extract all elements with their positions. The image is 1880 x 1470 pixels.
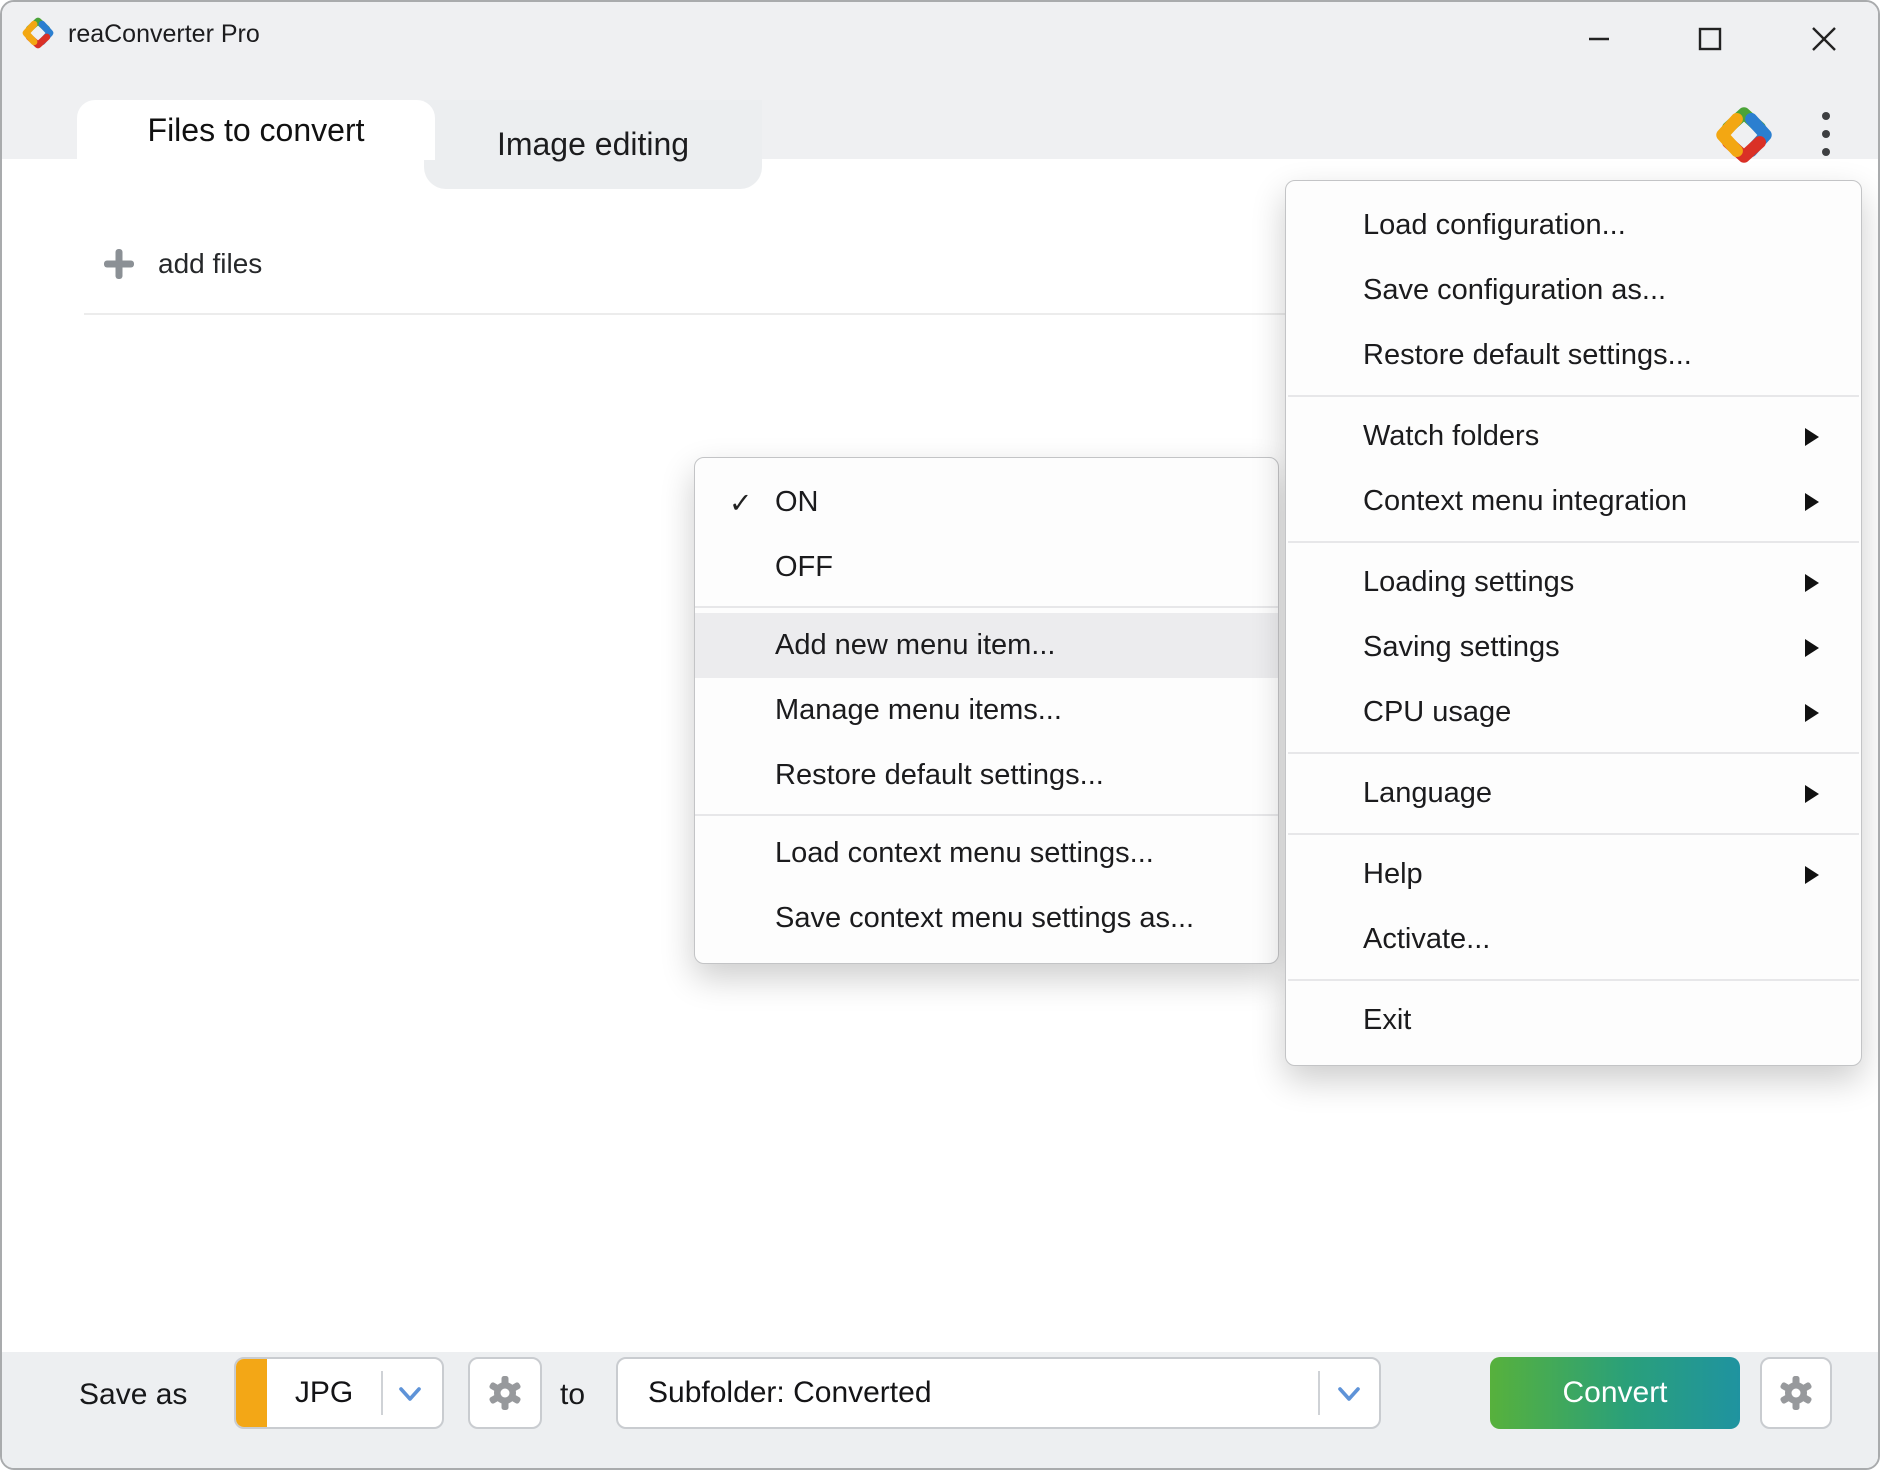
submenu-arrow-icon	[1805, 428, 1819, 446]
bottom-action-bar: Save as JPG to Subfolder: Convert	[2, 1352, 1878, 1470]
maximize-button[interactable]	[1681, 10, 1739, 68]
gear-icon	[1776, 1373, 1816, 1413]
menu-item-label: Load context menu settings...	[775, 837, 1154, 870]
destination-select[interactable]: Subfolder: Converted	[616, 1357, 1381, 1429]
tab-image-editing[interactable]: Image editing	[424, 100, 762, 189]
gear-icon	[485, 1373, 525, 1413]
menu-item-label: ON	[775, 486, 819, 519]
save-as-label: Save as	[79, 1378, 187, 1412]
menu-separator	[1288, 541, 1859, 543]
menu-item-watch-folders[interactable]: Watch folders	[1286, 404, 1861, 469]
convert-button-label: Convert	[1562, 1376, 1667, 1410]
menu-item-exit[interactable]: Exit	[1286, 988, 1861, 1053]
kebab-menu-icon	[1818, 104, 1834, 164]
close-icon	[1810, 25, 1838, 53]
menu-item-save-context-menu-settings-as[interactable]: Save context menu settings as...	[695, 886, 1278, 951]
format-accent-bar	[236, 1359, 267, 1427]
plus-icon	[102, 247, 136, 281]
menu-item-label: Restore default settings...	[775, 759, 1104, 792]
app-window: reaConverter Pro Image editing Files to …	[0, 0, 1880, 1470]
submenu-arrow-icon	[1805, 785, 1819, 803]
menu-item-label: Save configuration as...	[1363, 274, 1666, 307]
menu-item-label: Saving settings	[1363, 631, 1560, 664]
minimize-icon	[1586, 26, 1612, 52]
menu-item-restore-default-settings[interactable]: Restore default settings...	[1286, 323, 1861, 388]
menu-item-restore-default-settings-submenu[interactable]: Restore default settings...	[695, 743, 1278, 808]
menu-item-context-menu-integration[interactable]: Context menu integration	[1286, 469, 1861, 534]
context-menu-submenu: ✓ ON OFF Add new menu item... Manage men…	[694, 457, 1279, 964]
format-settings-button[interactable]	[468, 1357, 542, 1429]
menu-separator	[695, 814, 1278, 816]
select-divider	[381, 1371, 383, 1415]
menu-item-label: Manage menu items...	[775, 694, 1062, 727]
check-icon: ✓	[729, 486, 752, 519]
menu-item-help[interactable]: Help	[1286, 842, 1861, 907]
app-logo-icon	[18, 13, 58, 53]
chevron-down-icon	[1335, 1383, 1363, 1405]
menu-separator	[1288, 752, 1859, 754]
menu-item-label: Add new menu item...	[775, 629, 1055, 662]
menu-item-label: Context menu integration	[1363, 485, 1687, 518]
convert-button[interactable]: Convert	[1490, 1357, 1740, 1429]
menu-item-label: Language	[1363, 777, 1492, 810]
main-options-menu: Load configuration... Save configuration…	[1285, 180, 1862, 1066]
add-files-label: add files	[158, 248, 262, 280]
menu-item-label: Help	[1363, 858, 1423, 891]
menu-item-on[interactable]: ✓ ON	[695, 470, 1278, 535]
menu-separator	[1288, 833, 1859, 835]
menu-separator	[1288, 395, 1859, 397]
output-format-value: JPG	[267, 1376, 381, 1410]
menu-item-label: Watch folders	[1363, 420, 1539, 453]
menu-item-saving-settings[interactable]: Saving settings	[1286, 615, 1861, 680]
menu-item-load-context-menu-settings[interactable]: Load context menu settings...	[695, 821, 1278, 886]
menu-item-label: CPU usage	[1363, 696, 1511, 729]
menu-item-label: Loading settings	[1363, 566, 1574, 599]
menu-item-label: OFF	[775, 551, 833, 584]
menu-item-cpu-usage[interactable]: CPU usage	[1286, 680, 1861, 745]
menu-item-manage-menu-items[interactable]: Manage menu items...	[695, 678, 1278, 743]
menu-item-language[interactable]: Language	[1286, 761, 1861, 826]
select-divider	[1318, 1371, 1320, 1415]
app-logo-icon-large	[1708, 98, 1780, 172]
submenu-arrow-icon	[1805, 866, 1819, 884]
submenu-arrow-icon	[1805, 574, 1819, 592]
menu-item-label: Load configuration...	[1363, 209, 1626, 242]
menu-item-save-configuration-as[interactable]: Save configuration as...	[1286, 258, 1861, 323]
menu-item-label: Restore default settings...	[1363, 339, 1692, 372]
menu-item-activate[interactable]: Activate...	[1286, 907, 1861, 972]
chevron-down-icon	[396, 1383, 424, 1405]
submenu-arrow-icon	[1805, 704, 1819, 722]
to-label: to	[560, 1378, 585, 1412]
tab-files-to-convert[interactable]: Files to convert	[77, 100, 435, 160]
minimize-button[interactable]	[1570, 10, 1628, 68]
menu-item-label: Activate...	[1363, 923, 1490, 956]
menu-item-loading-settings[interactable]: Loading settings	[1286, 550, 1861, 615]
menu-item-add-new-menu-item[interactable]: Add new menu item...	[695, 613, 1278, 678]
menu-item-label: Exit	[1363, 1004, 1411, 1037]
convert-settings-button[interactable]	[1760, 1357, 1832, 1429]
menu-item-label: Save context menu settings as...	[775, 902, 1194, 935]
maximize-icon	[1697, 26, 1723, 52]
destination-value: Subfolder: Converted	[648, 1376, 932, 1410]
submenu-arrow-icon	[1805, 639, 1819, 657]
submenu-arrow-icon	[1805, 493, 1819, 511]
output-format-select[interactable]: JPG	[234, 1357, 444, 1429]
menu-item-off[interactable]: OFF	[695, 535, 1278, 600]
menu-separator	[695, 606, 1278, 608]
menu-separator	[1288, 979, 1859, 981]
menu-item-load-configuration[interactable]: Load configuration...	[1286, 193, 1861, 258]
more-options-button[interactable]	[1800, 102, 1852, 166]
add-files-button[interactable]: add files	[84, 229, 444, 299]
close-button[interactable]	[1795, 10, 1853, 68]
window-title: reaConverter Pro	[68, 20, 260, 49]
